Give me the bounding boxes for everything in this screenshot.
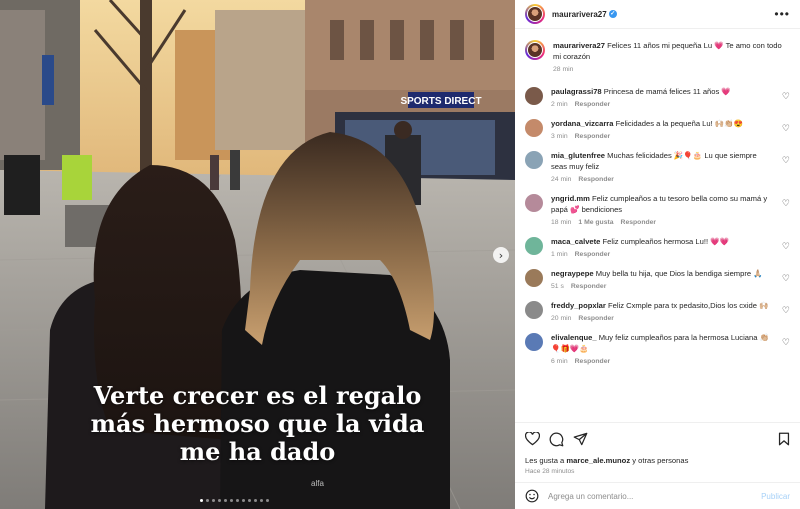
comment-item: freddy_popxlar Feliz Cxmple para tx peda…	[525, 300, 790, 322]
comment-likes[interactable]: 1 Me gusta	[578, 219, 613, 226]
more-options-icon[interactable]: •••	[774, 7, 790, 21]
commenter-username[interactable]: mia_glutenfree	[551, 151, 605, 160]
comment-item: yngrid.mm Feliz cumpleaños a tu tesoro b…	[525, 193, 790, 226]
comment-item: maca_calvete Feliz cumpleaños hermosa Lu…	[525, 236, 790, 258]
liked-by-username[interactable]: marce_ale.munoz	[566, 456, 630, 465]
comment-text: Feliz cumpleaños hermosa Lu!! 💗💗	[602, 237, 730, 246]
bookmark-icon[interactable]	[778, 432, 790, 446]
commenter-avatar[interactable]	[525, 119, 543, 137]
reply-button[interactable]: Responder	[621, 219, 657, 226]
publish-button[interactable]: Publicar	[761, 492, 790, 501]
caption-time: 28 min	[553, 66, 574, 73]
commenter-username[interactable]: paulagrassi78	[551, 87, 602, 96]
comment-time: 20 min	[551, 315, 572, 322]
commenter-avatar[interactable]	[525, 333, 543, 351]
comment-text: Feliz Cxmple para tx pedasito,Dios los c…	[607, 301, 769, 310]
commenter-username[interactable]: maca_calvete	[551, 237, 600, 246]
comment-like-heart-icon[interactable]: ♡	[782, 124, 790, 134]
carousel-dot	[260, 499, 263, 502]
commenter-avatar[interactable]	[525, 151, 543, 169]
comment-like-heart-icon[interactable]: ♡	[782, 338, 790, 348]
comment-item: elivalenque_ Muy feliz cumpleaños para l…	[525, 332, 790, 365]
reply-button[interactable]: Responder	[578, 176, 614, 183]
commenter-username[interactable]: yordana_vizcarra	[551, 119, 613, 128]
emoji-icon[interactable]	[525, 489, 539, 503]
caption-line-3: me ha dado	[179, 437, 336, 466]
comment-time: 2 min	[551, 101, 568, 108]
carousel-dot	[200, 499, 203, 502]
reply-button[interactable]: Responder	[575, 133, 611, 140]
next-slide-button[interactable]: ›	[493, 247, 509, 263]
comments-list[interactable]: maurarivera27 Felices 11 años mi pequeña…	[515, 29, 800, 422]
comment-like-heart-icon[interactable]: ♡	[782, 242, 790, 252]
commenter-avatar[interactable]	[525, 237, 543, 255]
caption-line-2: más hermoso que la vida	[90, 409, 425, 438]
comment-time: 24 min	[551, 176, 572, 183]
photo-watermark: alfa	[311, 479, 324, 488]
comment-like-heart-icon[interactable]: ♡	[782, 92, 790, 102]
author-username[interactable]: maurarivera27 ✓	[552, 10, 617, 19]
caption-line-1: Verte crecer es el regalo	[93, 381, 422, 410]
comment-like-heart-icon[interactable]: ♡	[782, 306, 790, 316]
reply-button[interactable]: Responder	[571, 283, 607, 290]
caption-comment: maurarivera27 Felices 11 años mi pequeña…	[525, 40, 790, 73]
share-send-icon[interactable]	[573, 432, 588, 446]
post-photo[interactable]: SPORTS DIRECT Verte crecer es el regalo …	[0, 0, 515, 509]
carousel-dot	[242, 499, 245, 502]
photo-caption: Verte crecer es el regalo más hermoso qu…	[60, 382, 455, 466]
comment-time: 3 min	[551, 133, 568, 140]
reply-button[interactable]: Responder	[575, 358, 611, 365]
carousel-dot	[254, 499, 257, 502]
comment-time: 18 min	[551, 219, 572, 226]
carousel-dot	[236, 499, 239, 502]
comment-text: Muy bella tu hija, que Dios la bendiga s…	[595, 269, 763, 278]
chevron-right-icon: ›	[498, 248, 504, 262]
comment-item: paulagrassi78 Princesa de mamá felices 1…	[525, 86, 790, 108]
comment-time: 51 s	[551, 283, 564, 290]
reply-button[interactable]: Responder	[578, 315, 614, 322]
comment-time: 6 min	[551, 358, 568, 365]
post-actions: Les gusta a marce_ale.munoz y otras pers…	[515, 422, 800, 475]
comment-item: mia_glutenfree Muchas felicidades 🎉🎈🎂 Lu…	[525, 150, 790, 183]
caption-author-username[interactable]: maurarivera27	[553, 41, 605, 50]
commenter-username[interactable]: freddy_popxlar	[551, 301, 606, 310]
reply-button[interactable]: Responder	[575, 251, 611, 258]
verified-badge-icon: ✓	[608, 10, 617, 19]
comment-item: negraypepe Muy bella tu hija, que Dios l…	[525, 268, 790, 290]
comment-like-heart-icon[interactable]: ♡	[782, 274, 790, 284]
carousel-dot	[266, 499, 269, 502]
comment-like-heart-icon[interactable]: ♡	[782, 199, 790, 209]
commenter-avatar[interactable]	[525, 194, 543, 212]
commenter-username[interactable]: yngrid.mm	[551, 194, 590, 203]
author-avatar[interactable]	[525, 4, 545, 24]
carousel-dot	[248, 499, 251, 502]
carousel-dot	[230, 499, 233, 502]
commenter-avatar[interactable]	[525, 87, 543, 105]
add-comment-bar: Publicar	[515, 482, 800, 509]
comment-bubble-icon[interactable]	[549, 432, 564, 447]
comment-like-heart-icon[interactable]: ♡	[782, 156, 790, 166]
comment-input[interactable]	[548, 491, 762, 501]
carousel-dot	[212, 499, 215, 502]
store-sign-text: SPORTS DIRECT	[400, 96, 481, 107]
commenter-avatar[interactable]	[525, 269, 543, 287]
carousel-dot	[218, 499, 221, 502]
carousel-dot	[224, 499, 227, 502]
likes-summary: Les gusta a marce_ale.munoz y otras pers…	[525, 456, 689, 465]
carousel-dot	[206, 499, 209, 502]
post-timestamp: Hace 28 minutos	[525, 468, 575, 475]
comment-text: Princesa de mamá felices 11 años 💗	[603, 87, 731, 96]
caption-author-avatar[interactable]	[525, 40, 545, 60]
commenter-username[interactable]: elivalenque_	[551, 333, 597, 342]
commenter-avatar[interactable]	[525, 301, 543, 319]
reply-button[interactable]: Responder	[575, 101, 611, 108]
carousel-dots	[200, 499, 269, 502]
commenter-username[interactable]: negraypepe	[551, 269, 594, 278]
like-heart-icon[interactable]	[525, 432, 540, 446]
comment-item: yordana_vizcarra Felicidades a la pequeñ…	[525, 118, 790, 140]
post-header: maurarivera27 ✓ •••	[515, 0, 800, 29]
comment-text: Felicidades a la pequeña Lu! 🙌🏼👏🏼😍	[615, 119, 744, 128]
comment-time: 1 min	[551, 251, 568, 258]
post-side-panel: maurarivera27 ✓ ••• maurarivera27 Felices…	[515, 0, 800, 509]
